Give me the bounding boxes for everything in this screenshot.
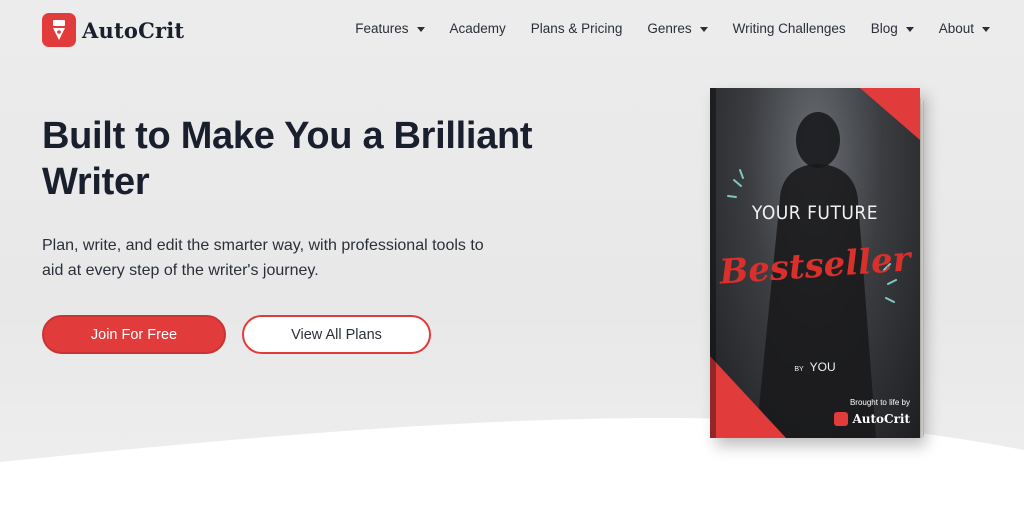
nav-label: Academy	[449, 21, 506, 36]
caret-down-icon	[905, 26, 914, 32]
nav-item-academy[interactable]: Academy	[450, 21, 506, 36]
cover-byline: BY YOU	[710, 360, 920, 374]
site-header: AutoCrit Features Academy Plans & Pricin…	[0, 0, 1024, 62]
cover-brought-text: Brought to life by	[849, 398, 910, 407]
cover-line-future: YOUR FUTURE	[751, 202, 879, 224]
nav-label: Features	[355, 21, 409, 36]
book-illustration: YOUR FUTURE Bestseller BY YOU Brought to …	[710, 88, 960, 448]
nav-label: Writing Challenges	[732, 21, 846, 36]
nav-item-plans-pricing[interactable]: Plans & Pricing	[531, 21, 623, 36]
cover-by-prefix: BY	[794, 366, 804, 373]
nav-item-genres[interactable]: Genres	[647, 21, 708, 36]
nav-item-about[interactable]: About	[939, 21, 990, 36]
nav-label: Blog	[870, 21, 898, 36]
caret-down-icon	[416, 26, 425, 32]
logo[interactable]: AutoCrit	[42, 13, 184, 47]
nav-item-blog[interactable]: Blog	[871, 21, 914, 36]
pen-nib-icon	[834, 412, 849, 426]
book-cover: YOUR FUTURE Bestseller BY YOU Brought to …	[710, 88, 920, 438]
cover-brand: AutoCrit	[834, 412, 910, 426]
join-for-free-button[interactable]: Join For Free	[42, 315, 226, 354]
caret-down-icon	[982, 26, 990, 32]
hero-title: Built to Make You a Brilliant Writer	[42, 115, 533, 203]
nav-label: About	[938, 21, 974, 36]
pen-nib-icon	[42, 13, 76, 47]
logo-text: AutoCrit	[82, 17, 185, 43]
main-nav: Features Academy Plans & Pricing Genres …	[355, 21, 990, 36]
hero-subtitle: Plan, write, and edit the smarter way, w…	[42, 237, 484, 279]
nav-label: Plans & Pricing	[530, 21, 623, 36]
view-all-plans-button[interactable]: View All Plans	[242, 315, 431, 354]
cover-brand-text: AutoCrit	[852, 412, 910, 426]
nav-label: Genres	[647, 21, 692, 36]
nav-item-features[interactable]: Features	[355, 21, 425, 36]
cover-by-name: YOU	[809, 360, 836, 374]
caret-down-icon	[699, 26, 708, 32]
nav-item-writing-challenges[interactable]: Writing Challenges	[733, 21, 846, 36]
